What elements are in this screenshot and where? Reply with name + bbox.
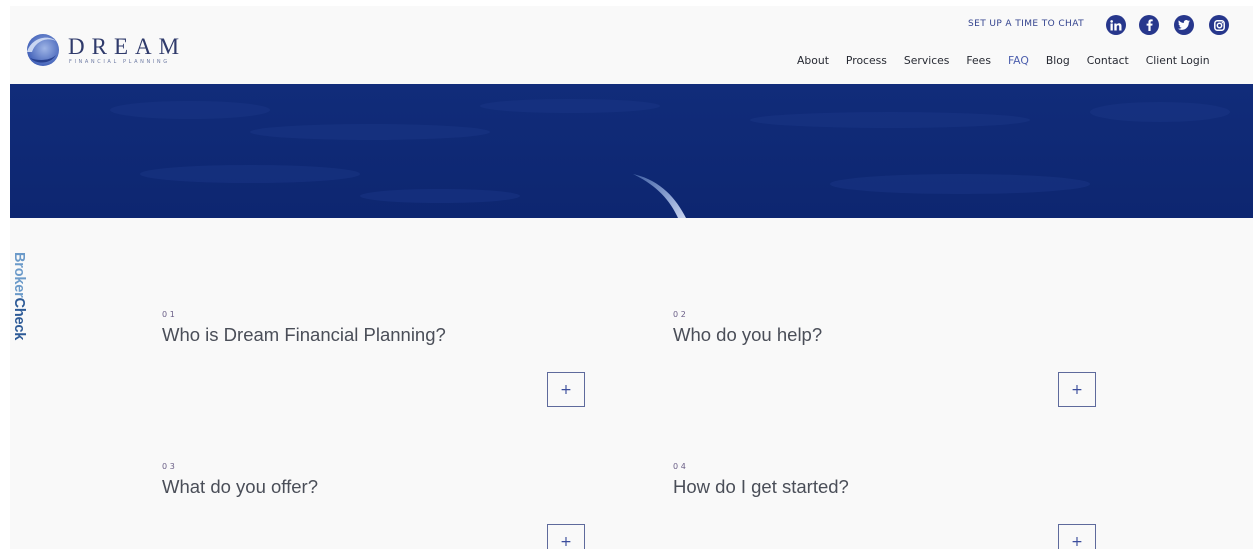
nav-faq[interactable]: FAQ [1008, 53, 1029, 69]
faq-expand-button[interactable]: + [1058, 372, 1096, 407]
main-nav: About Process Services Fees FAQ Blog Con… [797, 53, 1210, 69]
faq-question: Who do you help? [673, 324, 823, 345]
faq-expand-button[interactable]: + [547, 524, 585, 549]
schedule-chat-link[interactable]: SET UP A TIME TO CHAT [968, 19, 1084, 29]
faq-number: 01 [162, 310, 178, 319]
faq-item: 01 Who is Dream Financial Planning? + [162, 310, 592, 420]
site-header: DREAM FINANCIAL PLANNING SET UP A TIME T… [10, 6, 1253, 84]
hero-moon-image [10, 84, 1253, 218]
linkedin-icon [1110, 19, 1122, 30]
page: DREAM FINANCIAL PLANNING SET UP A TIME T… [10, 6, 1253, 549]
faq-item: 03 What do you offer? + [162, 462, 592, 549]
facebook-link[interactable] [1139, 15, 1159, 35]
brokercheck-text-part1: Broker [11, 252, 27, 298]
faq-question: Who is Dream Financial Planning? [162, 324, 446, 345]
faq-expand-button[interactable]: + [547, 372, 585, 407]
nav-about[interactable]: About [797, 53, 829, 69]
instagram-icon [1213, 19, 1225, 31]
twitter-link[interactable] [1174, 15, 1194, 35]
facebook-icon [1146, 19, 1153, 31]
brokercheck-text-part2: Check [11, 297, 27, 341]
nav-process[interactable]: Process [846, 53, 887, 69]
hero-banner [10, 84, 1253, 218]
faq-expand-button[interactable]: + [1058, 524, 1096, 549]
faq-question: How do I get started? [673, 476, 849, 497]
brand-logo[interactable]: DREAM FINANCIAL PLANNING [22, 26, 192, 70]
nav-client-login[interactable]: Client Login [1146, 53, 1210, 69]
nav-services[interactable]: Services [904, 53, 950, 69]
logo-mark-icon [27, 34, 59, 66]
faq-question: What do you offer? [162, 476, 318, 497]
faq-item: 02 Who do you help? + [673, 310, 1103, 420]
faq-number: 04 [673, 462, 689, 471]
instagram-link[interactable] [1209, 15, 1229, 35]
logo-wordmark: DREAM [68, 34, 187, 59]
logo-tagline: FINANCIAL PLANNING [69, 59, 170, 65]
nav-fees[interactable]: Fees [966, 53, 991, 69]
brokercheck-text: BrokerCheck [11, 252, 27, 340]
twitter-icon [1178, 20, 1190, 30]
nav-blog[interactable]: Blog [1046, 53, 1070, 69]
nav-contact[interactable]: Contact [1087, 53, 1129, 69]
faq-number: 02 [673, 310, 689, 319]
faq-item: 04 How do I get started? + [673, 462, 1103, 549]
faq-number: 03 [162, 462, 178, 471]
brokercheck-badge[interactable]: BrokerCheck [10, 252, 28, 372]
linkedin-link[interactable] [1106, 15, 1126, 35]
